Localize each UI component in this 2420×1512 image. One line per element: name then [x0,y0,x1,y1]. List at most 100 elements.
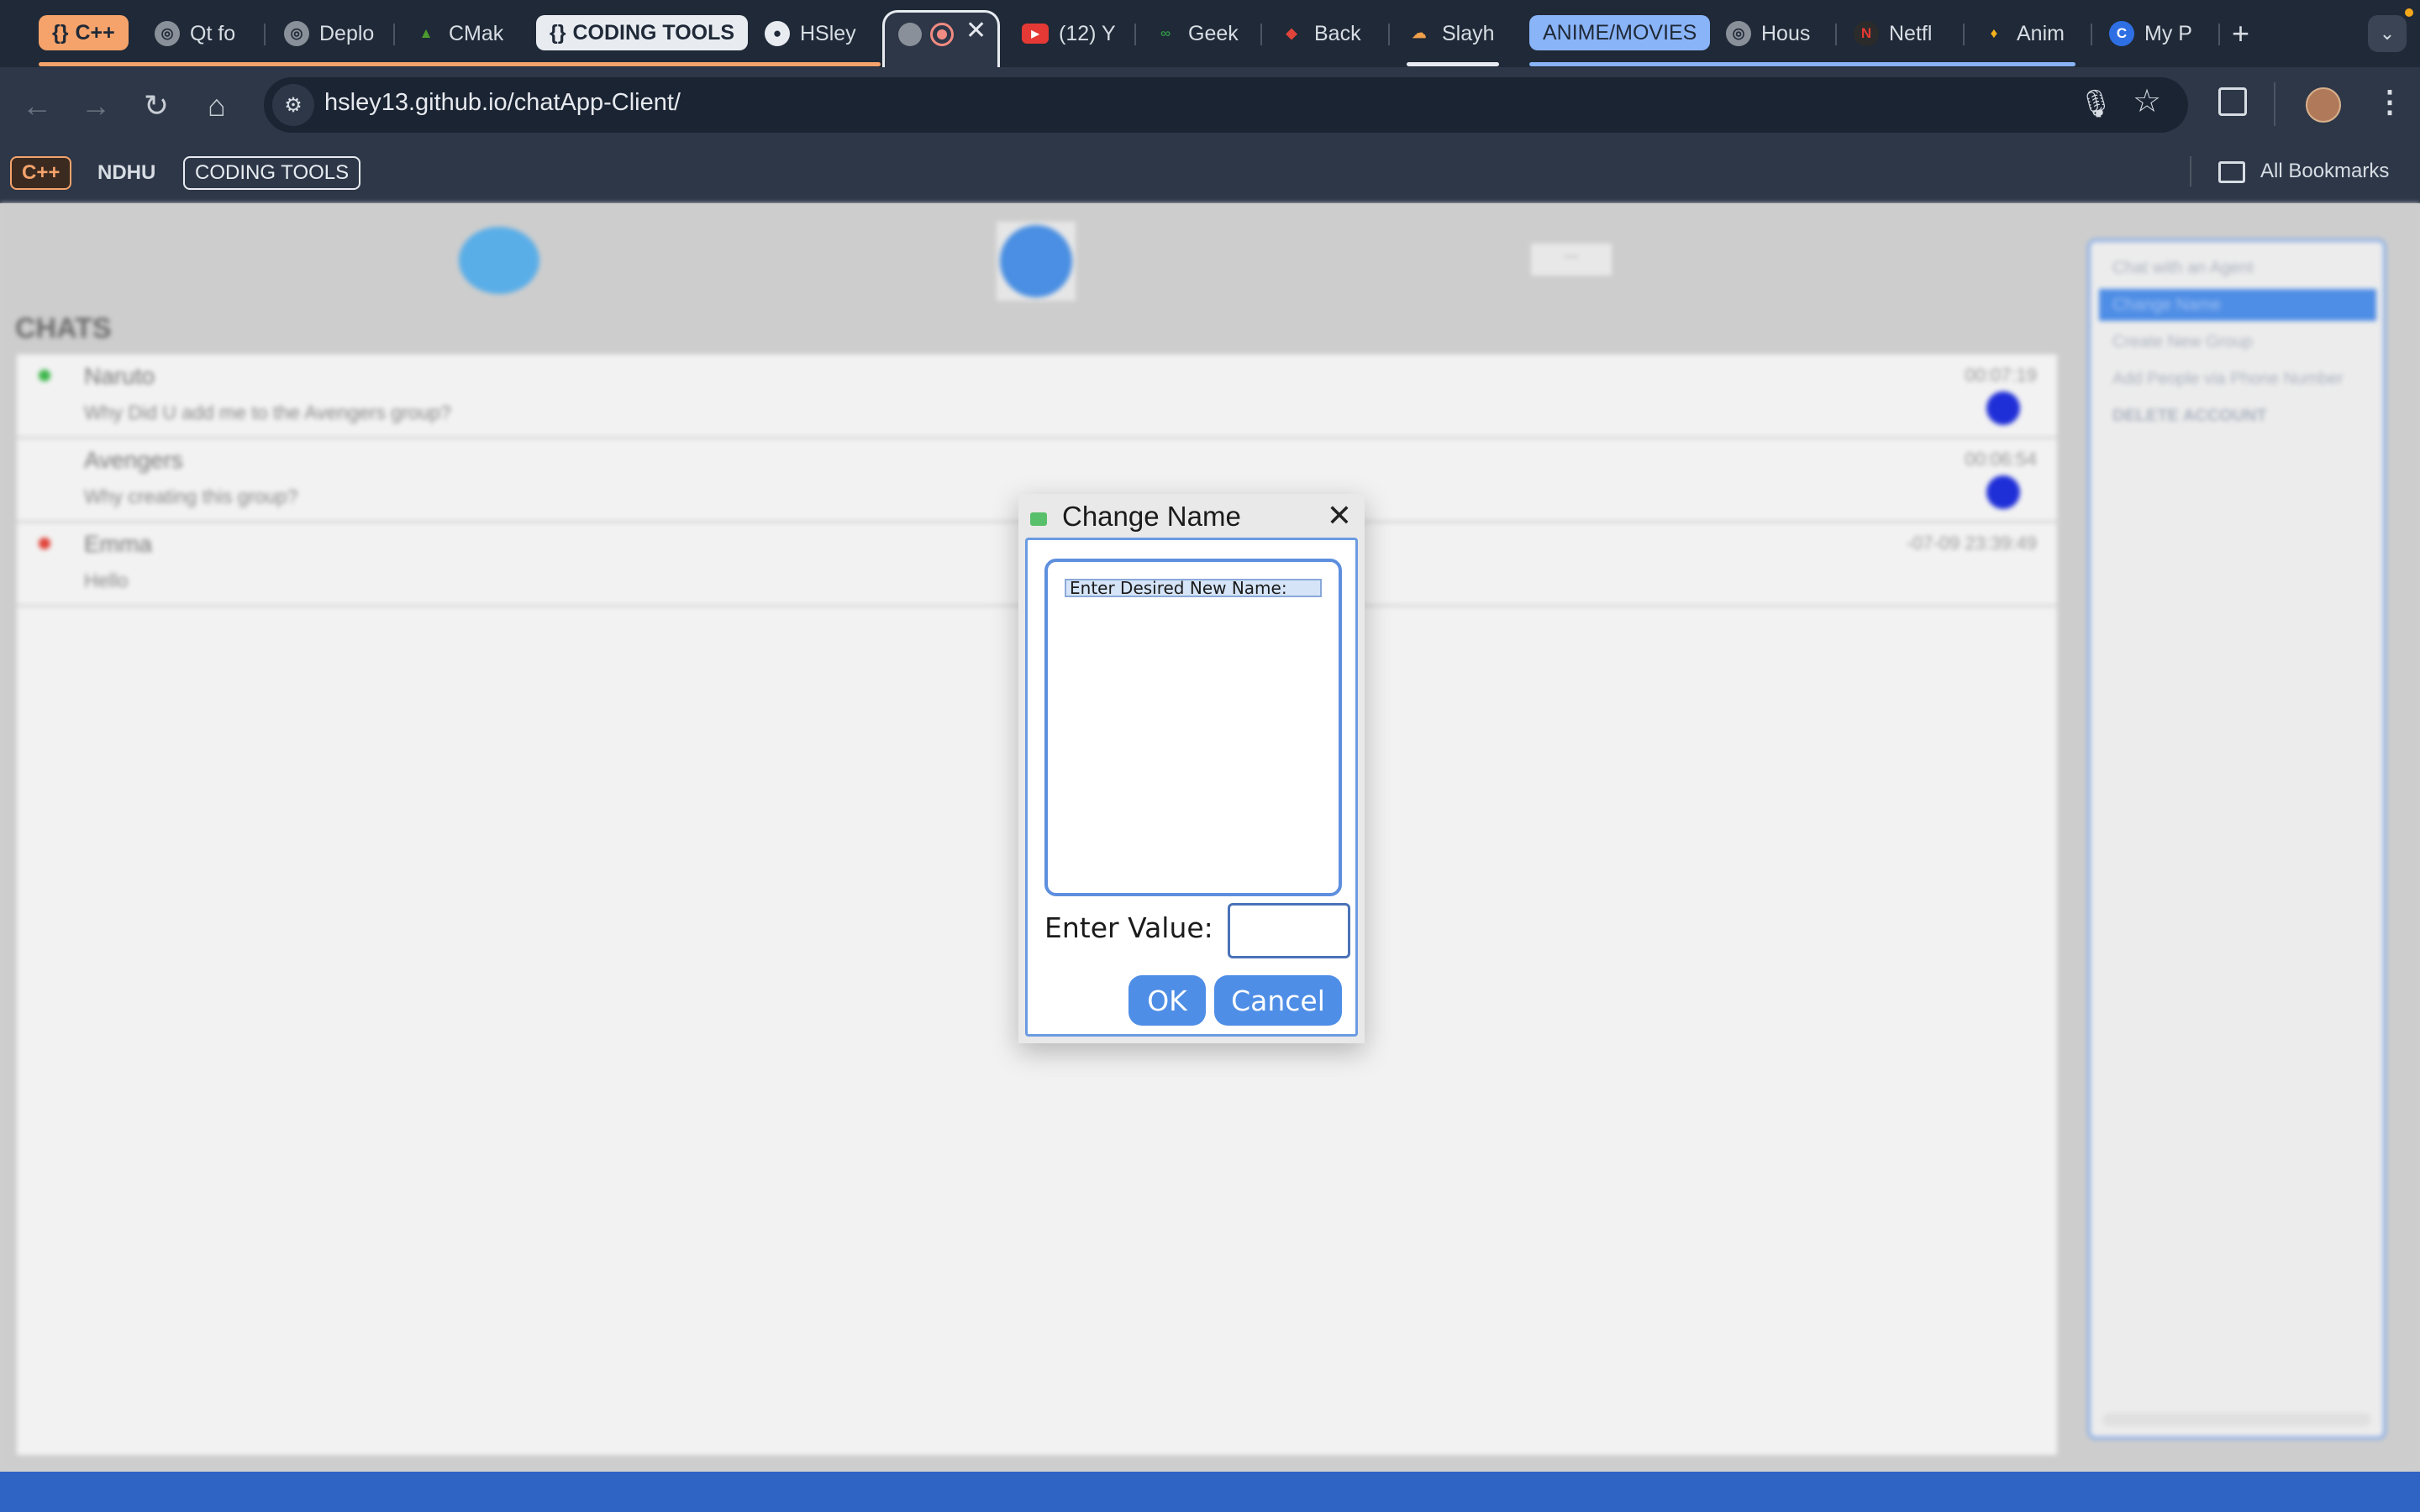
tab-group-coding-tools[interactable]: {} CODING TOOLS [536,15,749,50]
chat-bubble-logo-icon [459,227,539,294]
horizontal-scrollbar[interactable] [2102,1413,2371,1426]
all-bookmarks-link[interactable]: All Bookmarks [2260,160,2389,183]
tab-youtube[interactable]: ▶ (12) Y [1022,12,1126,55]
bookmark-ndhu[interactable]: NDHU [87,156,166,190]
toolbar-divider [2274,82,2275,126]
unread-badge [1986,391,2020,425]
tab-separator [264,24,266,45]
tab-group-anime-movies[interactable]: ANIME/MOVIES [1529,15,1711,50]
tab-github[interactable]: ● HSley [765,12,864,55]
close-icon[interactable]: ✕ [1323,497,1356,534]
folder-icon [2218,161,2245,183]
value-label: Enter Value: [1044,911,1213,944]
bottom-status-bar [0,1472,2420,1512]
tab-back[interactable]: ◆ Back [1279,12,1371,55]
microphone-icon[interactable]: 🎙 [2079,87,2113,119]
menu-item-add-people[interactable]: Add People via Phone Number [2099,363,2376,395]
chat-last-message: Hello [84,570,129,591]
back-arrow-icon[interactable]: ← [18,87,55,124]
online-status-dot [39,370,50,381]
chat-time: 00:06:54 [1965,449,2037,470]
chat-time: -07-09 23:39:49 [1906,533,2037,554]
tab-search-chevron-icon[interactable]: ⌄ [2368,15,2407,52]
chat-name: Naruto [84,363,155,389]
tab-group-underline [1407,62,1499,66]
home-icon[interactable]: ⌂ [198,87,235,124]
tab-geeks[interactable]: ∞ Geek [1153,12,1245,55]
tab-separator [1963,24,1965,45]
tab-separator [2218,24,2220,45]
chat-last-message: Why creating this group? [84,486,298,507]
cancel-button[interactable]: Cancel [1214,975,1342,1026]
chat-name: Avengers [84,447,183,473]
group-logo-icon [997,222,1076,301]
list-item[interactable]: Enter Desired New Name: [1065,579,1322,597]
menu-item-chat-agent[interactable]: Chat with an Agent [2099,252,2376,284]
prompt-list[interactable]: Enter Desired New Name: [1044,559,1342,896]
tab-anime[interactable]: ♦ Anim [1981,12,2074,55]
offline-status-dot [39,538,50,549]
tab-separator [1260,24,1262,45]
code-icon: {} [550,20,566,45]
extensions-icon[interactable] [2218,87,2247,116]
code-icon: {} [52,20,69,45]
flame-icon: ♦ [1990,25,1998,41]
menu-item-create-group[interactable]: Create New Group [2099,326,2376,358]
qt-icon: ◎ [155,21,180,46]
options-menu-panel: Chat with an Agent Change Name Create Ne… [2087,239,2386,1440]
menu-kebab-icon[interactable]: ⋮ [2375,84,2405,119]
netflix-icon: N [1854,21,1879,46]
tab-qt[interactable]: ◎ Qt fo [155,12,254,55]
c-icon: C [2109,21,2134,46]
tab-house[interactable]: ◎ Hous [1726,12,1818,55]
car-icon: ◆ [1286,25,1297,41]
bookmark-cpp[interactable]: C++ [10,156,72,190]
change-name-dialog: Change Name ✕ Enter Desired New Name: En… [1018,494,1365,1043]
ok-button[interactable]: OK [1128,975,1206,1026]
reload-icon[interactable]: ↻ [138,87,175,124]
chat-name: Emma [84,531,152,557]
github-icon: ● [765,21,790,46]
unread-badge [1986,475,2020,509]
tab-slay[interactable]: ☁ Slayh [1407,12,1499,55]
close-tab-icon[interactable]: ✕ [965,16,986,45]
cloud-icon: ☁ [1412,25,1427,41]
globe-icon [898,23,922,46]
tab-my-page[interactable]: C My P [2109,12,2202,55]
menu-item-delete-account[interactable]: DELETE ACCOUNT [2099,400,2376,432]
dialog-body: Enter Desired New Name: Enter Value: OK … [1025,538,1358,1037]
tab-deploy[interactable]: ◎ Deplo [284,12,383,55]
tab-group-cpp[interactable]: {} C++ [39,15,129,50]
tab-separator [1835,24,1837,45]
bookmark-coding-tools[interactable]: CODING TOOLS [183,156,361,190]
notification-dot [2405,8,2413,17]
menu-item-change-name[interactable]: Change Name [2099,289,2376,321]
tab-netflix[interactable]: N Netfl [1854,12,1946,55]
recording-icon [930,23,954,46]
tab-separator [1388,24,1390,45]
dialog-title: Change Name [1062,501,1241,532]
bookmarks-bar [0,141,2420,203]
tab-separator [393,24,395,45]
chat-time: 00:07:19 [1965,365,2037,386]
globe-icon: ◎ [1726,21,1751,46]
cmake-icon: ▲ [418,25,434,41]
chat-row[interactable]: Naruto Why Did U add me to the Avengers … [17,354,2057,438]
url-text[interactable]: hsley13.github.io/chatApp-Client/ [324,89,681,117]
header-menu-button[interactable]: ... [1531,244,1612,276]
tab-cmake[interactable]: ▲ CMak [413,12,513,55]
chats-title: CHATS [15,312,112,344]
bookmark-star-icon[interactable]: ☆ [2133,82,2161,120]
value-input[interactable] [1228,903,1350,958]
avatar[interactable] [2306,87,2341,123]
tab-group-underline [39,62,881,66]
site-settings-icon[interactable]: ⚙ [272,84,314,126]
tab-separator [1134,24,1136,45]
geeksforgeeks-icon: ∞ [1160,25,1171,41]
tab-active[interactable]: ✕ [882,10,1000,67]
youtube-icon: ▶ [1022,24,1049,44]
tab-separator [2091,24,2092,45]
forward-arrow-icon[interactable]: → [77,87,114,124]
chat-last-message: Why Did U add me to the Avengers group? [84,402,451,423]
new-tab-plus-icon[interactable]: + [2232,12,2265,55]
